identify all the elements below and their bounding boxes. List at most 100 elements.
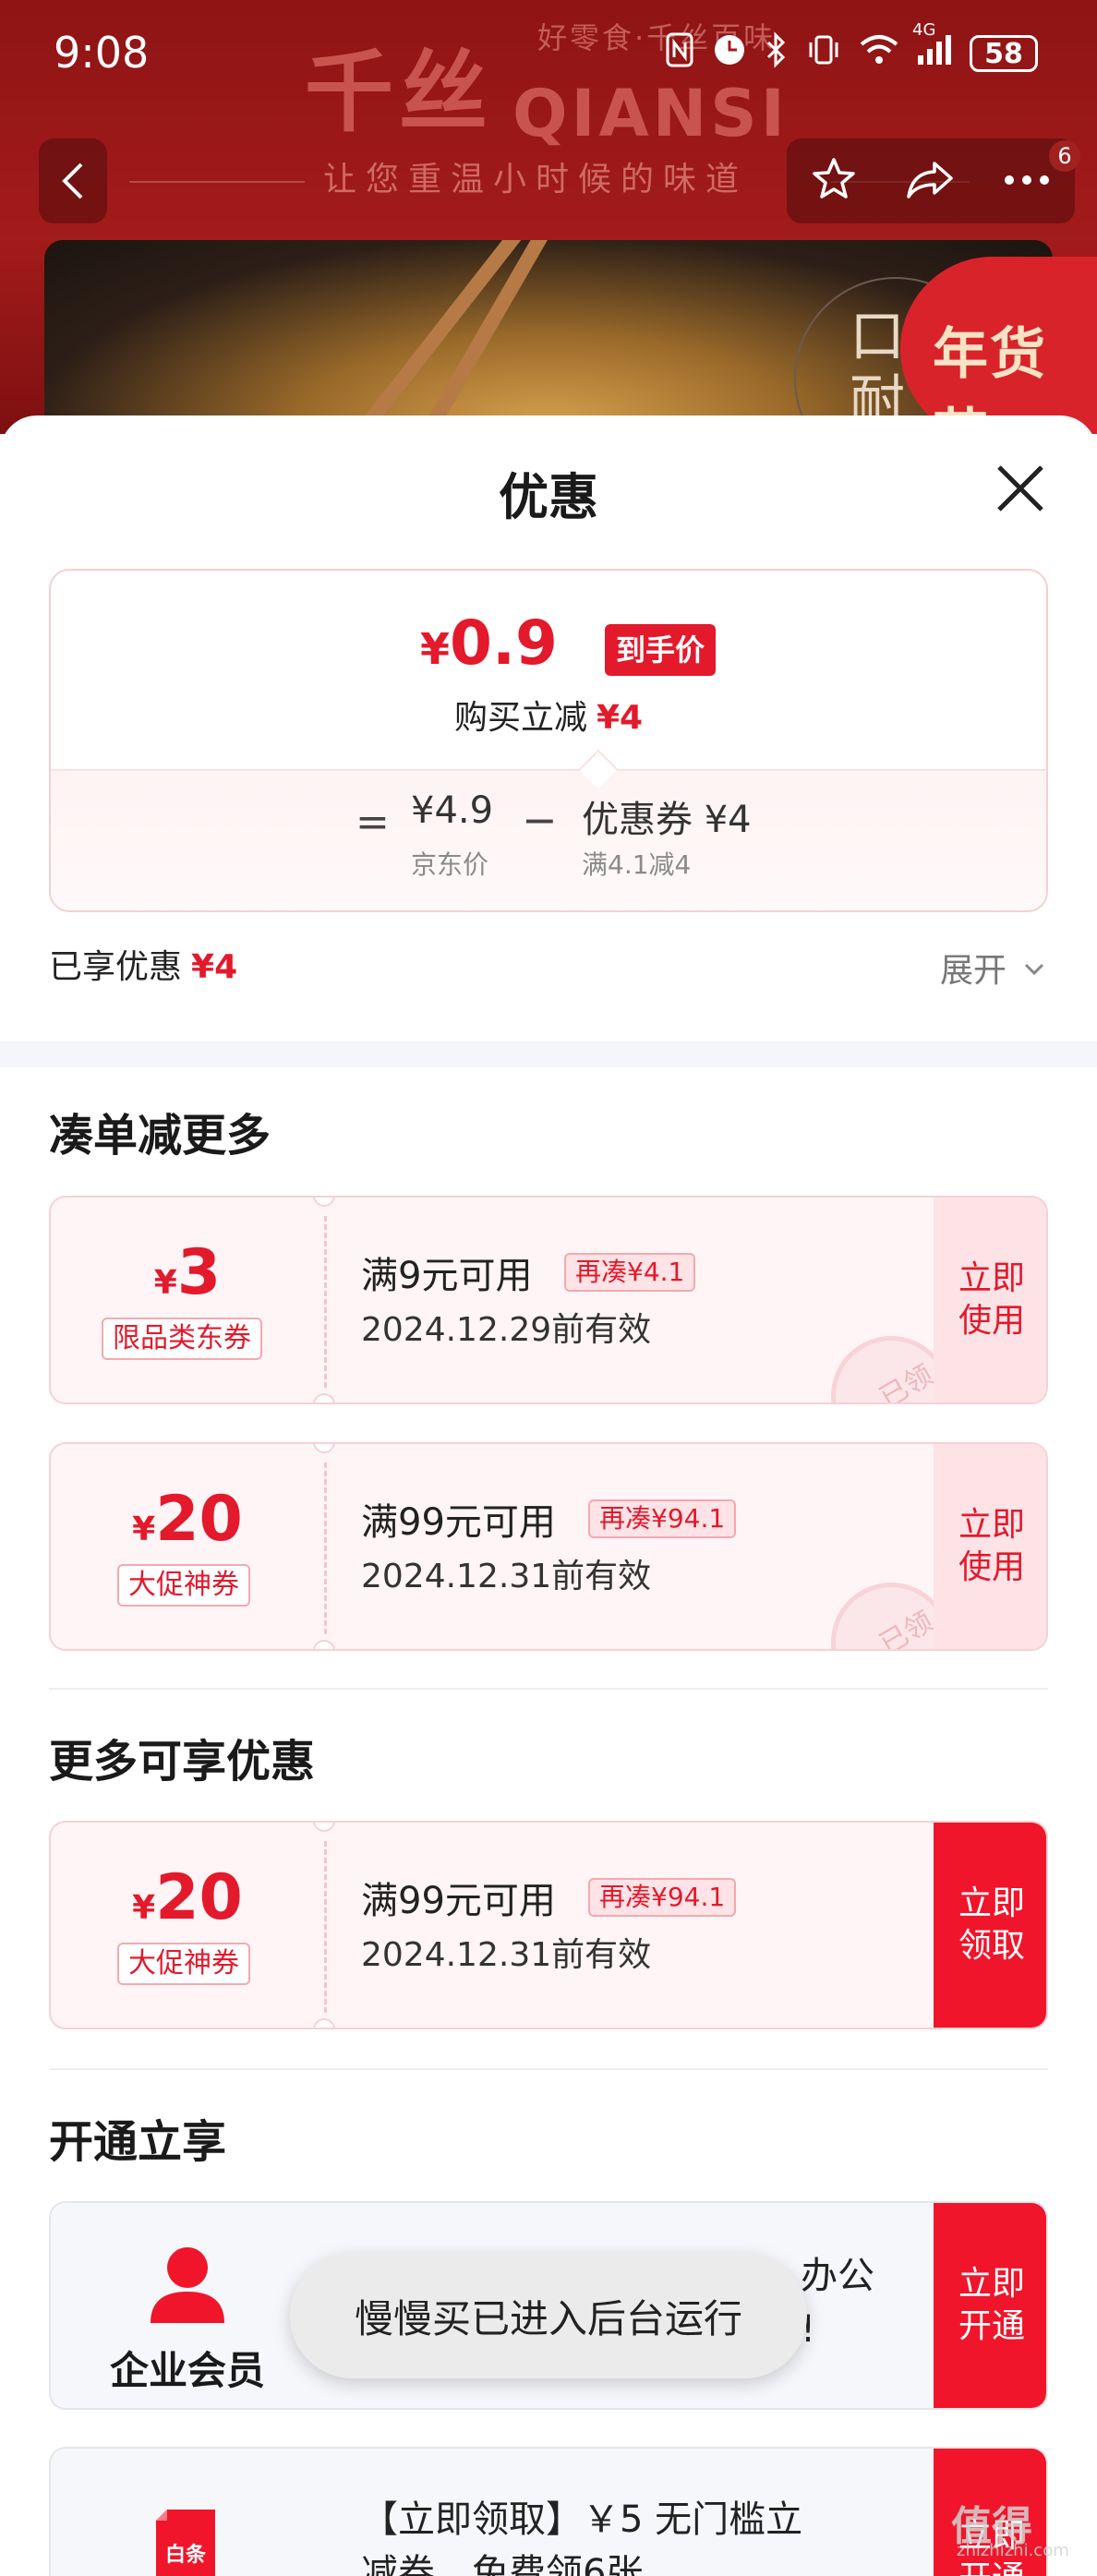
instant-discount-label: 购买立减 xyxy=(453,699,587,737)
status-bar: 9:08 4G 58 xyxy=(0,0,1097,107)
background-run-toast: 慢慢买已进入后台运行 xyxy=(290,2253,807,2378)
enjoyed-discount: 已享优惠 ¥4 xyxy=(49,940,237,988)
instant-discount: 购买立减 ¥4 xyxy=(51,691,1046,739)
use-now-button[interactable]: 立即 使用 xyxy=(934,1444,1046,1649)
alarm-icon xyxy=(711,31,748,77)
minus-sign: − xyxy=(522,795,558,845)
more-button[interactable] xyxy=(1003,173,1051,190)
signal-icon: 4G xyxy=(912,20,953,75)
instant-discount-value: ¥4 xyxy=(596,699,644,737)
coupon-validity: 2024.12.31前有效 xyxy=(361,1558,652,1595)
section-title-activate: 开通立享 xyxy=(49,2116,227,2168)
product-image-text: 口 耐 xyxy=(850,305,905,434)
vibrate-icon xyxy=(805,31,842,77)
membership-card-baitiao: 白条 【立即领取】￥5 无门槛立 减券，免费领6张 立即 开通 xyxy=(49,2447,1048,2576)
nfc-icon xyxy=(665,31,694,77)
membership-name: 企业会员 xyxy=(109,2348,265,2393)
chevron-left-icon xyxy=(62,163,83,199)
final-price-card: ¥0.9 到手价 购买立减 ¥4 = ¥4.9 京东价 − 优惠券 ¥4 满4.1… xyxy=(49,569,1048,912)
coupon-notch xyxy=(313,1393,335,1402)
enjoyed-discount-label: 已享优惠 xyxy=(49,948,183,986)
final-price: ¥0.9 xyxy=(420,608,558,679)
coupon-amount-value: 3 xyxy=(176,1236,222,1309)
coupon-value-area: ¥20 大促神券 xyxy=(51,1823,324,2028)
coupon-currency: ¥ xyxy=(132,1511,156,1548)
price-breakdown: = ¥4.9 京东价 − 优惠券 ¥4 满4.1减4 xyxy=(51,769,1046,910)
use-now-button[interactable]: 立即 使用 xyxy=(934,1198,1046,1402)
coupon-amount: ¥20 xyxy=(51,1483,324,1556)
membership-desc: 【立即领取】￥5 无门槛立 减券，免费领6张 xyxy=(361,2498,803,2576)
close-button[interactable] xyxy=(988,456,1053,521)
notification-badge: 6 xyxy=(1049,140,1080,172)
coupon-card: ¥3 限品类东券 满9元可用 再凑¥4.1 2024.12.29前有效 已领 立… xyxy=(49,1196,1048,1404)
final-price-currency: ¥ xyxy=(420,624,451,674)
coupon-currency: ¥ xyxy=(132,1889,156,1927)
coupon-amount: ¥3 xyxy=(51,1236,324,1309)
expand-button[interactable]: 展开 xyxy=(940,944,1007,992)
coupon-validity: 2024.12.29前有效 xyxy=(361,1311,652,1349)
brand-slogan: 让您重温小时候的味道 xyxy=(323,161,749,199)
discount-sheet: 优惠 ¥0.9 到手价 购买立减 ¥4 = ¥4.9 京东价 − 优惠券 ¥4 满… xyxy=(0,415,1097,2576)
user-icon xyxy=(151,2247,224,2323)
baitiao-logo-text: 白条 xyxy=(165,2543,207,2567)
coupon-divider xyxy=(324,1841,327,2013)
equals-sign: = xyxy=(356,799,390,846)
coupon-condition: 满99元可用 xyxy=(361,1501,556,1544)
star-icon xyxy=(813,158,855,199)
network-type: 4G xyxy=(912,19,936,40)
coupon-gap-tag: 再凑¥94.1 xyxy=(588,1878,737,1917)
coupon-card: ¥20 大促神券 满99元可用 再凑¥94.1 2024.12.31前有效 立即… xyxy=(49,1821,1048,2029)
coupon-amount-value: 20 xyxy=(155,1861,243,1934)
site-watermark: 值得 zhizhizhi.com xyxy=(951,2493,1090,2567)
coupon-condition: 满99元可用 xyxy=(361,1880,556,1922)
status-time: 9:08 xyxy=(54,28,150,78)
activate-button[interactable]: 立即 开通 xyxy=(934,2203,1046,2408)
wifi-icon xyxy=(859,33,899,75)
coupon-notch xyxy=(313,1640,335,1649)
status-icons: 4G 58 xyxy=(665,20,1038,81)
final-price-tag: 到手价 xyxy=(605,624,717,676)
coupon-value-area: ¥20 大促神券 xyxy=(51,1444,324,1649)
decor-line xyxy=(129,181,305,183)
coupon-validity: 2024.12.31前有效 xyxy=(361,1936,652,1974)
back-button[interactable] xyxy=(39,138,107,223)
battery-indicator: 58 xyxy=(970,35,1038,72)
jd-price: ¥4.9 xyxy=(411,789,494,832)
coupon-divider xyxy=(324,1216,327,1388)
coupon-type: 大促神券 xyxy=(117,1943,250,1985)
baitiao-logo-icon: 白条 xyxy=(156,2510,215,2576)
coupon-card: ¥20 大促神券 满99元可用 再凑¥94.1 2024.12.31前有效 已领… xyxy=(49,1442,1048,1651)
divider xyxy=(49,1688,1048,1690)
final-price-value: 0.9 xyxy=(450,608,558,679)
coupon-condition: 满9元可用 xyxy=(361,1255,533,1297)
coupon-currency: ¥ xyxy=(153,1264,177,1302)
claim-now-button[interactable]: 立即 领取 xyxy=(934,1823,1046,2028)
coupon-gap-tag: 再凑¥4.1 xyxy=(564,1253,696,1292)
share-icon xyxy=(907,162,953,199)
final-price-summary: ¥0.9 到手价 购买立减 ¥4 xyxy=(51,571,1046,769)
section-title-more: 更多可享优惠 xyxy=(49,1736,316,1788)
coupon-value-area: ¥3 限品类东券 xyxy=(51,1198,324,1402)
coupon-divider xyxy=(324,1463,327,1634)
coupon-gap-tag: 再凑¥94.1 xyxy=(588,1499,737,1538)
divider xyxy=(49,2068,1048,2070)
chevron-down-icon[interactable] xyxy=(1023,958,1045,981)
coupon-amount: ¥20 xyxy=(51,1861,324,1934)
bluetooth-icon xyxy=(765,30,789,77)
section-separator xyxy=(0,1041,1097,1067)
coupon-notch xyxy=(313,2018,335,2028)
section-title-combine: 凑单减更多 xyxy=(49,1110,271,1162)
more-dots-icon xyxy=(1005,175,1049,185)
coupon-amount-value: 20 xyxy=(155,1483,243,1556)
coupon-type: 大促神券 xyxy=(117,1564,250,1607)
sheet-title: 优惠 xyxy=(499,468,598,526)
watermark-url: zhizhizhi.com xyxy=(957,2541,1069,2560)
close-icon xyxy=(997,465,1043,512)
share-button[interactable] xyxy=(905,156,955,206)
header-actions xyxy=(787,138,1075,223)
enjoyed-discount-value: ¥4 xyxy=(191,948,238,986)
coupon-rule: 满4.1减4 xyxy=(582,849,692,880)
coupon-type: 限品类东券 xyxy=(102,1318,262,1360)
coupon-deduction: 优惠券 ¥4 xyxy=(582,799,752,841)
favorite-button[interactable] xyxy=(811,156,857,206)
